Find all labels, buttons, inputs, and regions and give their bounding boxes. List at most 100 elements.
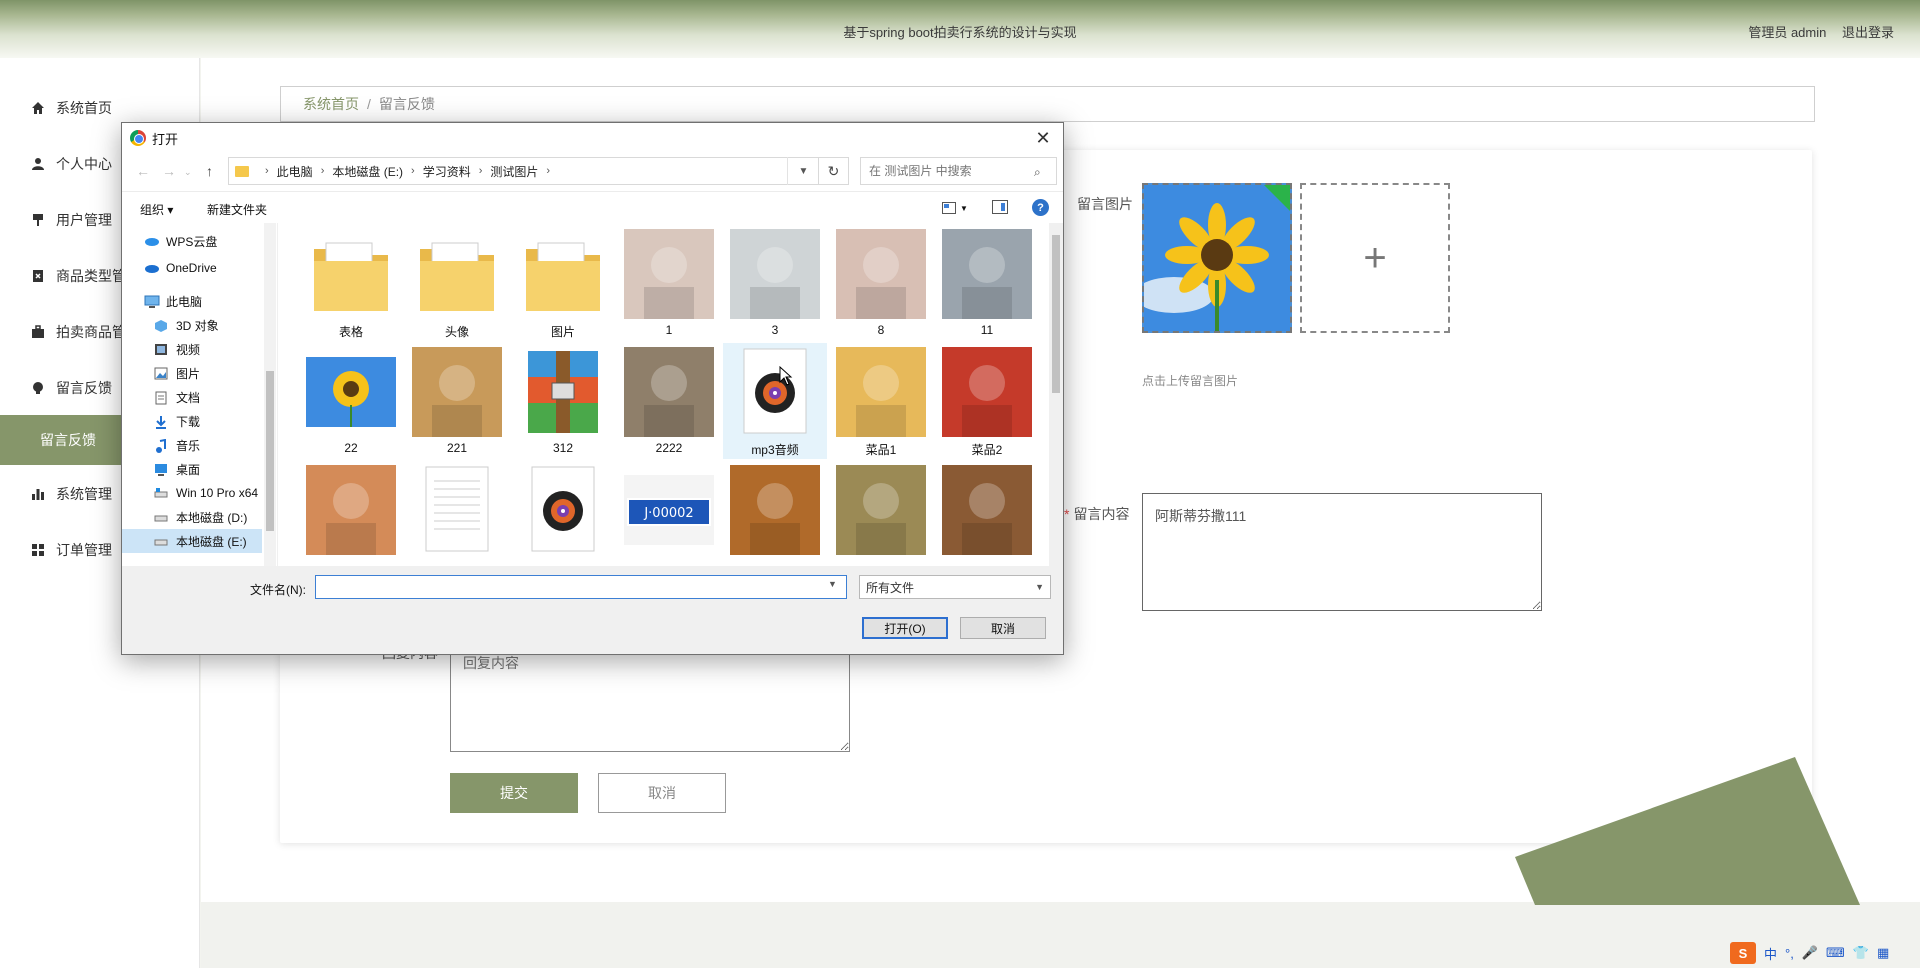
file-tile[interactable]: J·00002 (617, 461, 721, 566)
cloud-icon (144, 235, 160, 248)
tree-item-onedrive[interactable]: OneDrive (122, 256, 262, 280)
tree-item-videos[interactable]: 视频 (122, 337, 262, 361)
file-tile[interactable] (829, 461, 933, 566)
file-name: 11 (980, 323, 994, 337)
sogou-logo-icon[interactable]: S (1730, 942, 1756, 964)
address-bar[interactable]: › 此电脑 › 本地磁盘 (E:) › 学习资料 › 测试图片 › (228, 157, 819, 185)
tree-item-wps-cloud[interactable]: WPS云盘 (122, 229, 262, 253)
crumb-this-pc[interactable]: 此电脑 (277, 163, 313, 180)
up-arrow-icon[interactable]: ↑ (206, 163, 213, 179)
file-name: 表格 (338, 325, 363, 339)
search-input[interactable] (860, 157, 1057, 185)
help-icon[interactable]: ? (1032, 199, 1049, 216)
keyboard-icon[interactable]: ⌨ (1826, 945, 1845, 961)
tree-item-label: 本地磁盘 (D:) (176, 510, 248, 525)
view-options-icon[interactable]: ▼ (942, 200, 976, 216)
tree-item-label: 下载 (176, 414, 201, 429)
desktop-icon (154, 463, 170, 476)
file-tile[interactable] (723, 461, 827, 566)
file-tile[interactable]: 221 (405, 343, 509, 459)
home-icon (30, 100, 46, 116)
file-tile[interactable]: 图片 (511, 225, 615, 341)
mouse-cursor-icon (779, 366, 793, 386)
file-tile[interactable]: 1 (617, 225, 721, 341)
crumb-drive-e[interactable]: 本地磁盘 (E:) (332, 163, 403, 180)
tree-item-win10-drive[interactable]: Win 10 Pro x64 (122, 481, 262, 505)
tree-item-downloads[interactable]: 下载 (122, 409, 262, 433)
back-arrow-icon[interactable]: ← (136, 163, 150, 179)
refresh-icon[interactable]: ↻ (819, 157, 849, 185)
ime-punctuation[interactable]: °, (1785, 946, 1794, 961)
nav-pane-scrollbar[interactable] (264, 223, 276, 566)
preview-pane-icon[interactable] (992, 200, 1008, 214)
filename-input[interactable] (315, 575, 847, 599)
tree-item-drive-d[interactable]: 本地磁盘 (D:) (122, 505, 262, 529)
content-textarea[interactable]: 阿斯蒂芬撒111 (1142, 493, 1542, 611)
tree-item-drive-e[interactable]: 本地磁盘 (E:) (122, 529, 262, 553)
scrollbar-thumb[interactable] (266, 371, 274, 531)
file-tile[interactable] (935, 461, 1039, 566)
drive-icon (154, 535, 170, 548)
crumb-test-images[interactable]: 测试图片 (490, 163, 538, 180)
file-name: 312 (552, 441, 574, 455)
drive-icon (154, 511, 170, 524)
menu-grid-icon[interactable]: ▦ (1877, 945, 1889, 961)
file-tile[interactable] (299, 461, 403, 566)
tree-item-label: 本地磁盘 (E:) (176, 534, 247, 549)
dialog-cancel-button[interactable]: 取消 (960, 617, 1046, 639)
required-mark: * (1064, 506, 1070, 522)
file-name: mp3音频 (751, 443, 799, 457)
new-folder-button[interactable]: 新建文件夹 (207, 201, 267, 218)
tree-item-pictures[interactable]: 图片 (122, 361, 262, 385)
file-tile[interactable]: 头像 (405, 225, 509, 341)
open-button[interactable]: 打开(O) (862, 617, 948, 639)
crumb-study[interactable]: 学习资料 (423, 163, 471, 180)
download-icon (154, 415, 170, 429)
file-tile[interactable]: 菜品1 (829, 343, 933, 459)
decorative-shape (1515, 757, 1860, 905)
filetype-select[interactable]: 所有文件 ▼ (859, 575, 1051, 599)
skin-icon[interactable]: 👕 (1853, 945, 1869, 961)
file-tile[interactable]: 菜品2 (935, 343, 1039, 459)
close-icon[interactable]: ✕ (1023, 123, 1063, 153)
tree-item-label: OneDrive (166, 261, 217, 275)
scrollbar-thumb[interactable] (1052, 235, 1060, 393)
file-tile[interactable]: 312 (511, 343, 615, 459)
file-tile[interactable]: 表格 (299, 225, 403, 341)
submit-button[interactable]: 提交 (450, 773, 578, 813)
file-tile[interactable]: 8 (829, 225, 933, 341)
chevron-right-icon: › (546, 165, 551, 177)
site-title: 基于spring boot拍卖行系统的设计与实现 (843, 25, 1077, 40)
music-icon (154, 438, 170, 453)
file-tile[interactable]: mp3音频 (723, 343, 827, 459)
tree-item-this-pc[interactable]: 此电脑 (122, 289, 262, 313)
uploaded-image-thumb[interactable] (1142, 183, 1292, 333)
file-grid-scrollbar[interactable] (1049, 223, 1063, 566)
microphone-icon[interactable]: 🎤 (1802, 945, 1818, 961)
file-tile[interactable]: 2222 (617, 343, 721, 459)
file-tile[interactable]: 3 (723, 225, 827, 341)
cancel-button[interactable]: 取消 (598, 773, 726, 813)
file-name: 3 (771, 323, 779, 337)
dialog-title: 打开 (152, 131, 179, 147)
chevron-down-icon[interactable]: ▼ (787, 157, 819, 185)
file-tile[interactable] (405, 461, 509, 566)
chevron-down-icon[interactable]: ▼ (828, 579, 837, 589)
recent-dropdown-icon[interactable]: ⌄ (184, 167, 192, 178)
organize-button[interactable]: 组织 ▾ (140, 201, 173, 218)
breadcrumb: 系统首页 / 留言反馈 (280, 86, 1815, 122)
forward-arrow-icon[interactable]: → (162, 163, 176, 179)
tree-item-3d-objects[interactable]: 3D 对象 (122, 313, 262, 337)
tree-item-documents[interactable]: 文档 (122, 385, 262, 409)
tree-item-music[interactable]: 音乐 (122, 433, 262, 457)
file-tile[interactable] (511, 461, 615, 566)
upload-add-button[interactable]: + (1300, 183, 1450, 333)
ime-language[interactable]: 中 (1764, 944, 1777, 963)
file-tile[interactable]: 11 (935, 225, 1039, 341)
breadcrumb-home[interactable]: 系统首页 (303, 94, 359, 114)
reply-textarea[interactable] (450, 640, 850, 752)
dialog-titlebar[interactable]: 打开 ✕ (122, 123, 1063, 153)
logout-link[interactable]: 退出登录 (1842, 25, 1894, 40)
tree-item-desktop[interactable]: 桌面 (122, 457, 262, 481)
file-tile[interactable]: 22 (299, 343, 403, 459)
